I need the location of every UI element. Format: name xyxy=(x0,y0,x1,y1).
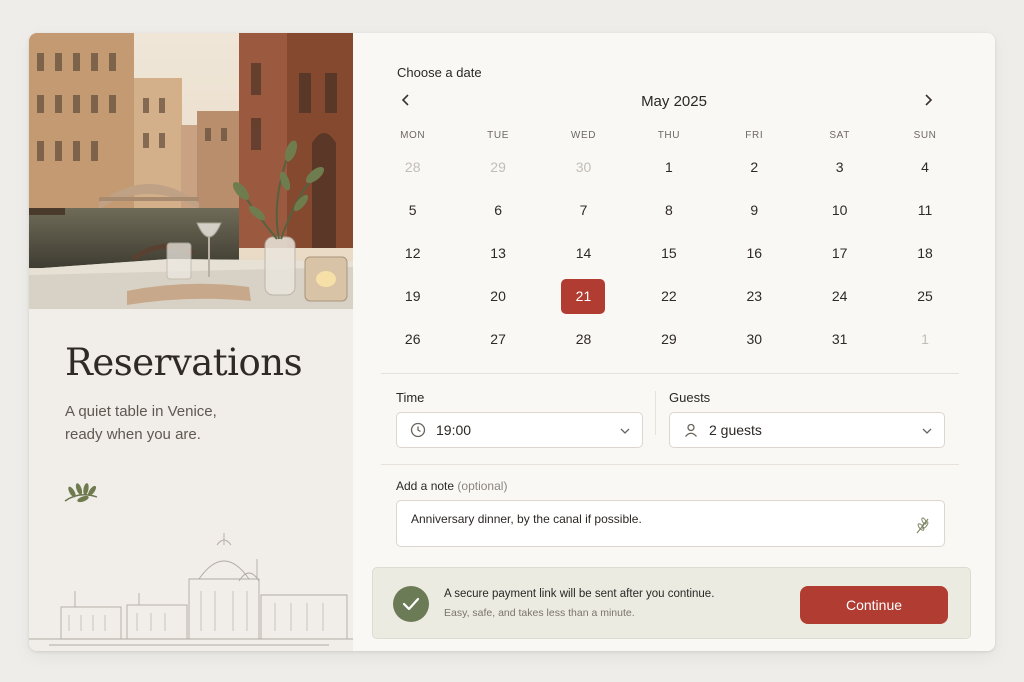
weekday-label: MON xyxy=(400,130,426,141)
calendar-week: 28 29 30 1 2 3 4 xyxy=(370,145,968,188)
continue-button[interactable]: Continue xyxy=(800,586,948,624)
payment-info-bar: A secure payment link will be sent after… xyxy=(372,567,971,639)
calendar-day[interactable]: 5 xyxy=(370,188,455,231)
note-label: Add a note (optional) xyxy=(396,479,507,493)
choose-date-label: Choose a date xyxy=(397,65,482,80)
weekday-label: WED xyxy=(570,130,597,141)
next-month-button[interactable] xyxy=(916,90,940,114)
weekday-label: SUN xyxy=(913,130,937,141)
note-label-text: Add a note xyxy=(396,479,455,493)
calendar-day[interactable]: 20 xyxy=(455,275,540,318)
calendar-day-outside[interactable]: 29 xyxy=(455,145,540,188)
calendar-day-selected[interactable]: 21 xyxy=(541,275,626,318)
chevron-right-icon xyxy=(923,93,933,112)
calendar-week: 19 20 21 22 23 24 25 xyxy=(370,275,968,318)
calendar-day[interactable]: 16 xyxy=(712,231,797,274)
calendar-day[interactable]: 23 xyxy=(712,275,797,318)
calendar-day[interactable]: 26 xyxy=(370,318,455,361)
guests-select[interactable]: 2 guests xyxy=(669,412,945,448)
calendar-day-outside[interactable]: 1 xyxy=(882,318,967,361)
calendar-day[interactable]: 4 xyxy=(882,145,967,188)
time-select[interactable]: 19:00 xyxy=(396,412,643,448)
left-panel: Reservations A quiet table in Venice, re… xyxy=(29,33,353,651)
calendar-day[interactable]: 28 xyxy=(541,318,626,361)
calendar-day[interactable]: 12 xyxy=(370,231,455,274)
calendar-day-outside[interactable]: 28 xyxy=(370,145,455,188)
note-input[interactable]: Anniversary dinner, by the canal if poss… xyxy=(396,500,945,547)
calendar-day[interactable]: 1 xyxy=(626,145,711,188)
calendar-day[interactable]: 2 xyxy=(712,145,797,188)
calendar-day[interactable]: 8 xyxy=(626,188,711,231)
calendar-week: 26 27 28 29 30 31 1 xyxy=(370,318,968,361)
chevron-down-icon xyxy=(922,421,932,439)
payment-message: A secure payment link will be sent after… xyxy=(444,588,715,600)
calendar-day[interactable]: 22 xyxy=(626,275,711,318)
note-optional-hint: (optional) xyxy=(457,479,508,493)
calendar-day[interactable]: 11 xyxy=(882,188,967,231)
tagline-line: A quiet table in Venice, xyxy=(65,403,217,420)
calendar-day[interactable]: 10 xyxy=(797,188,882,231)
clock-icon xyxy=(409,421,427,439)
calendar-day[interactable]: 18 xyxy=(882,231,967,274)
divider xyxy=(381,464,959,465)
guests-label: Guests xyxy=(669,390,711,405)
calendar-day[interactable]: 24 xyxy=(797,275,882,318)
calendar-day[interactable]: 17 xyxy=(797,231,882,274)
weekday-label: THU xyxy=(657,130,681,141)
calendar-grid: MON TUE WED THU FRI SAT SUN 28 29 30 1 2… xyxy=(370,127,968,361)
booking-panel: Choose a date May 2025 MON TUE WED THU F… xyxy=(353,33,995,651)
time-label: Time xyxy=(396,390,425,405)
month-title: May 2025 xyxy=(641,93,707,110)
weekday-label: TUE xyxy=(487,130,509,141)
calendar-day[interactable]: 6 xyxy=(455,188,540,231)
page-title: Reservations xyxy=(65,341,303,384)
calendar-day[interactable]: 30 xyxy=(712,318,797,361)
calendar-day[interactable]: 31 xyxy=(797,318,882,361)
calendar-day[interactable]: 25 xyxy=(882,275,967,318)
venice-canal-photo xyxy=(29,33,353,309)
weekday-label: FRI xyxy=(745,130,764,141)
calendar-week: 5 6 7 8 9 10 11 xyxy=(370,188,968,231)
calendar-day[interactable]: 7 xyxy=(541,188,626,231)
tagline: A quiet table in Venice, ready when you … xyxy=(65,400,305,446)
weekday-header: MON TUE WED THU FRI SAT SUN xyxy=(370,127,968,145)
divider xyxy=(381,373,959,374)
checkmark-icon xyxy=(393,586,429,622)
calendar-day[interactable]: 27 xyxy=(455,318,540,361)
calendar-week: 12 13 14 15 16 17 18 xyxy=(370,231,968,274)
reservation-card: Reservations A quiet table in Venice, re… xyxy=(29,33,995,651)
time-value: 19:00 xyxy=(436,422,472,438)
calendar-day[interactable]: 15 xyxy=(626,231,711,274)
person-icon xyxy=(682,421,700,439)
note-value: Anniversary dinner, by the canal if poss… xyxy=(411,512,642,526)
weekday-label: SAT xyxy=(829,130,850,141)
tagline-line: ready when you are. xyxy=(65,426,201,443)
guests-value: 2 guests xyxy=(709,422,762,438)
divider xyxy=(655,391,656,435)
calendar-day[interactable]: 29 xyxy=(626,318,711,361)
calendar-day[interactable]: 13 xyxy=(455,231,540,274)
calendar-day[interactable]: 9 xyxy=(712,188,797,231)
basilica-sketch-illustration xyxy=(29,503,353,651)
chevron-down-icon xyxy=(620,421,630,439)
calendar-day-outside[interactable]: 30 xyxy=(541,145,626,188)
calendar-day[interactable]: 19 xyxy=(370,275,455,318)
payment-subtext: Easy, safe, and takes less than a minute… xyxy=(444,607,635,619)
calendar-day[interactable]: 3 xyxy=(797,145,882,188)
calendar-day[interactable]: 14 xyxy=(541,231,626,274)
leaf-icon xyxy=(914,517,932,538)
